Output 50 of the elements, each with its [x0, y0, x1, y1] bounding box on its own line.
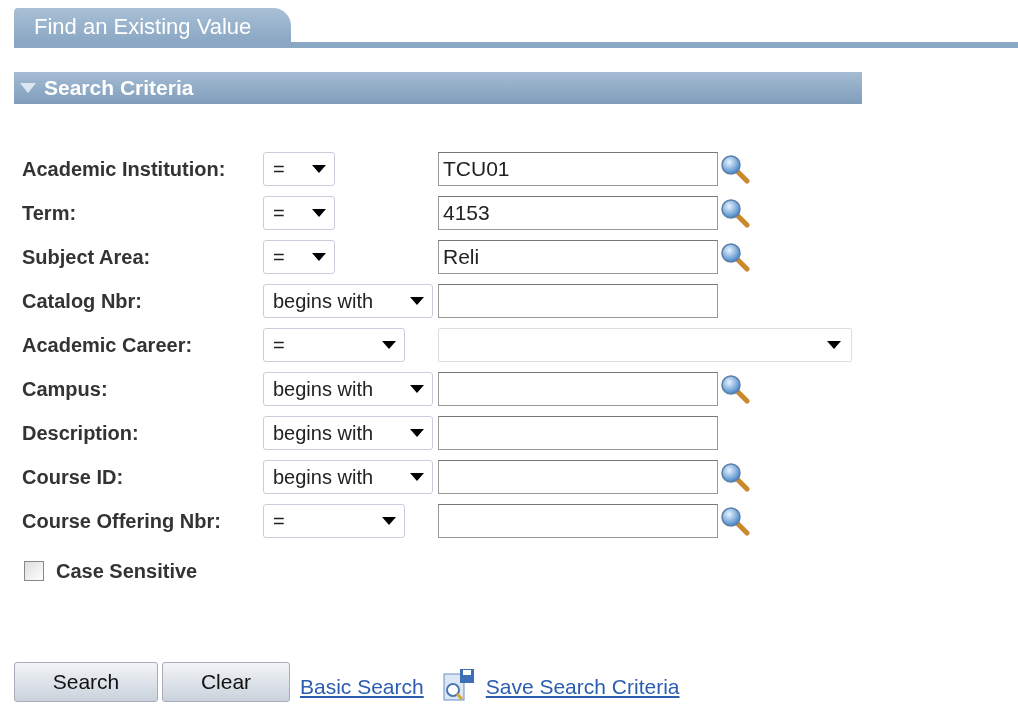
operator-dropdown[interactable]: =: [263, 240, 335, 274]
operator-dropdown[interactable]: =: [263, 196, 335, 230]
field-label: Campus:: [22, 377, 109, 402]
save-search-icon[interactable]: [441, 668, 476, 702]
operator-dropdown[interactable]: begins with: [263, 460, 433, 494]
search-icon[interactable]: [720, 462, 750, 492]
caret-icon: [382, 341, 396, 349]
operator-dropdown[interactable]: begins with: [263, 372, 433, 406]
search-icon[interactable]: [720, 242, 750, 272]
operator-dropdown[interactable]: begins with: [263, 284, 433, 318]
input-field[interactable]: Reli: [438, 240, 718, 274]
caret-icon: [410, 473, 424, 481]
field-label: Term:: [22, 201, 78, 226]
checkbox-label: Case Sensitive: [56, 559, 198, 584]
field-label: Subject Area:: [22, 245, 152, 270]
input-field[interactable]: [438, 416, 718, 450]
caret-icon: [312, 209, 326, 217]
search-icon[interactable]: [720, 506, 750, 536]
link[interactable]: Save Search Criteria: [485, 670, 680, 702]
field-label: Course Offering Nbr:: [22, 509, 222, 534]
caret-icon: [410, 429, 424, 437]
caret-icon: [410, 297, 424, 305]
input-field[interactable]: TCU01: [438, 152, 718, 186]
input-field[interactable]: [438, 460, 718, 494]
field-label: Catalog Nbr:: [22, 289, 143, 314]
field-label: Course ID:: [22, 465, 125, 490]
caret-icon: [827, 341, 841, 349]
caret-icon: [382, 517, 396, 525]
caret-icon: [312, 165, 326, 173]
input-field[interactable]: [438, 284, 718, 318]
input-field[interactable]: [438, 372, 718, 406]
search-icon[interactable]: [720, 154, 750, 184]
input-field[interactable]: 4153: [438, 196, 718, 230]
caret-icon: [312, 253, 326, 261]
search-button[interactable]: Search: [14, 662, 158, 702]
search-icon[interactable]: [720, 198, 750, 228]
clear-button[interactable]: Clear: [162, 662, 290, 702]
checkbox[interactable]: [24, 561, 44, 581]
operator-dropdown[interactable]: =: [263, 504, 405, 538]
operator-dropdown[interactable]: =: [263, 328, 405, 362]
section-title: Search Criteria: [44, 75, 194, 102]
field-label: Academic Institution:: [22, 157, 227, 182]
field-label: Description:: [22, 421, 140, 446]
operator-dropdown[interactable]: begins with: [263, 416, 433, 450]
operator-dropdown[interactable]: =: [263, 152, 335, 186]
link[interactable]: Basic Search: [300, 670, 424, 702]
caret-icon: [410, 385, 424, 393]
field-label: Academic Career:: [22, 333, 194, 358]
search-icon[interactable]: [720, 374, 750, 404]
input-field[interactable]: [438, 504, 718, 538]
